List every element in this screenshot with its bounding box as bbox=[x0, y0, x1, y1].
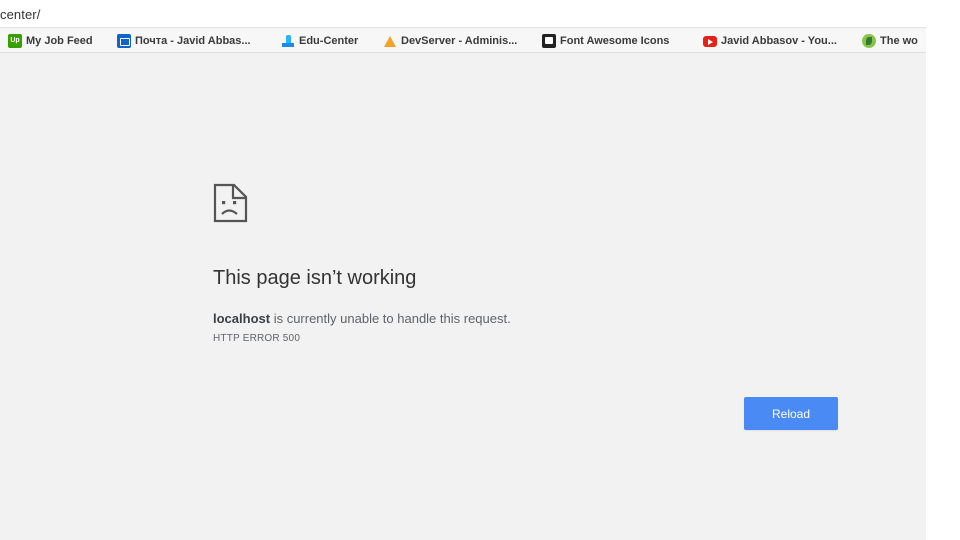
bookmark-edu-center[interactable]: Edu-Center bbox=[281, 33, 358, 49]
error-description: localhost is currently unable to handle … bbox=[213, 311, 511, 326]
error-message: is currently unable to handle this reque… bbox=[270, 311, 511, 326]
bookmark-label: Edu-Center bbox=[299, 35, 359, 47]
address-bar[interactable]: center/ bbox=[0, 0, 926, 28]
bookmark-the-wo[interactable]: The wo bbox=[862, 33, 918, 49]
bookmark-font-awesome[interactable]: Font Awesome Icons bbox=[542, 33, 669, 49]
bookmark-label: My Job Feed bbox=[26, 35, 93, 47]
site-leaf-icon bbox=[862, 34, 876, 48]
devserver-icon bbox=[383, 34, 397, 48]
bookmark-pochta[interactable]: Почта - Javid Abbas... bbox=[117, 33, 251, 49]
error-code: HTTP ERROR 500 bbox=[213, 333, 301, 344]
error-host: localhost bbox=[213, 311, 271, 326]
upwork-icon: Up bbox=[8, 34, 22, 48]
browser-window: center/ Up My Job Feed Почта - Javid Abb… bbox=[0, 0, 926, 540]
bookmark-label: Javid Abbasov - You... bbox=[721, 35, 837, 47]
bookmark-label: Почта - Javid Abbas... bbox=[135, 35, 251, 47]
bookmark-label: Font Awesome Icons bbox=[560, 35, 670, 47]
address-bar-url[interactable]: center/ bbox=[0, 7, 40, 22]
font-awesome-flag-icon bbox=[542, 34, 556, 48]
bookmark-devserver[interactable]: DevServer - Adminis... bbox=[383, 33, 517, 49]
azure-icon bbox=[281, 34, 295, 48]
bookmark-label: The wo bbox=[880, 35, 918, 47]
reload-button[interactable]: Reload bbox=[744, 397, 838, 430]
sad-page-icon bbox=[213, 183, 248, 223]
bookmark-youtube[interactable]: Javid Abbasov - You... bbox=[703, 33, 837, 49]
youtube-icon bbox=[703, 36, 717, 47]
bookmark-my-job-feed[interactable]: Up My Job Feed bbox=[8, 33, 93, 49]
bookmark-label: DevServer - Adminis... bbox=[401, 35, 518, 47]
page-title: This page isn’t working bbox=[213, 267, 417, 289]
error-page: This page isn’t working localhost is cur… bbox=[0, 54, 926, 540]
bookmarks-bar: Up My Job Feed Почта - Javid Abbas... Ed… bbox=[0, 29, 926, 53]
outlook-mail-icon bbox=[117, 34, 131, 48]
